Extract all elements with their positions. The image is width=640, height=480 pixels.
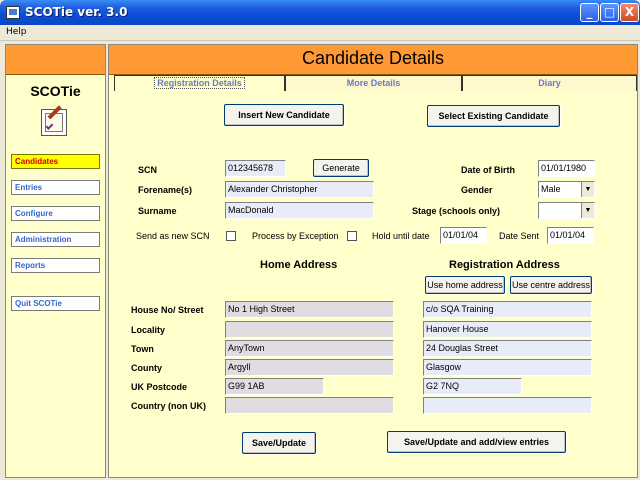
address-label-county: County — [131, 363, 162, 373]
gender-select[interactable]: Male ▼ — [538, 181, 595, 198]
forename-label: Forename(s) — [138, 185, 193, 195]
tab-diary[interactable]: Diary — [462, 75, 637, 91]
title-bar: SCOTie ver. 3.0 _ □ X — [0, 0, 640, 25]
address-label-street: House No/ Street — [131, 305, 204, 315]
address-label-country: Country (non UK) — [131, 401, 206, 411]
menu-bar: Help — [0, 25, 640, 41]
window-title: SCOTie ver. 3.0 — [25, 5, 128, 19]
stage-label: Stage (schools only) — [412, 206, 501, 216]
generate-button[interactable]: Generate — [313, 159, 369, 177]
home-county-field[interactable]: Argyll — [225, 359, 394, 376]
home-country-field[interactable] — [225, 397, 394, 414]
sidebar-title: SCOTie — [30, 83, 81, 99]
home-address-heading: Home Address — [260, 259, 338, 271]
forename-field[interactable]: Alexander Christopher — [225, 181, 374, 198]
sidebar-header — [6, 45, 105, 75]
main-header: Candidate Details — [109, 45, 637, 75]
scn-field[interactable]: 012345678 — [225, 160, 286, 177]
page-title: Candidate Details — [301, 48, 445, 68]
sidebar: SCOTie Candidates Entries Configure Admi… — [5, 44, 106, 478]
sidebar-item-configure[interactable]: Configure — [11, 206, 100, 221]
tab-label: Registration Details — [154, 77, 245, 89]
gender-value: Male — [541, 184, 561, 194]
reg-locality-field[interactable]: Hanover House — [423, 321, 592, 338]
reg-country-field[interactable] — [423, 397, 592, 414]
reg-postcode-field[interactable]: G2 7NQ — [423, 378, 522, 395]
save-update-entries-button[interactable]: Save/Update and add/view entries — [387, 431, 566, 453]
address-label-town: Town — [131, 344, 154, 354]
sidebar-item-entries[interactable]: Entries — [11, 180, 100, 195]
use-centre-address-button[interactable]: Use centre address — [510, 276, 592, 294]
use-home-address-button[interactable]: Use home address — [425, 276, 505, 294]
checklist-pen-icon — [41, 105, 67, 136]
send-new-scn-checkbox[interactable] — [226, 231, 236, 241]
surname-label: Surname — [138, 206, 177, 216]
menu-help[interactable]: Help — [6, 27, 27, 37]
chevron-down-icon[interactable]: ▼ — [581, 203, 594, 218]
reg-street-field[interactable]: c/o SQA Training — [423, 301, 592, 318]
address-label-locality: Locality — [131, 325, 166, 335]
home-town-field[interactable]: AnyTown — [225, 340, 394, 357]
reg-town-field[interactable]: 24 Douglas Street — [423, 340, 592, 357]
minimize-button[interactable]: _ — [580, 3, 599, 22]
dob-field[interactable]: 01/01/1980 — [538, 160, 595, 177]
registration-address-heading: Registration Address — [449, 259, 560, 271]
app-icon — [6, 6, 20, 19]
gender-label: Gender — [461, 185, 493, 195]
send-new-scn-label: Send as new SCN — [136, 231, 210, 241]
home-locality-field[interactable] — [225, 321, 394, 338]
hold-until-label: Hold until date — [372, 231, 430, 241]
tab-registration-details[interactable]: Registration Details — [114, 75, 285, 91]
sidebar-item-quit[interactable]: Quit SCOTie — [11, 296, 100, 311]
reg-county-field[interactable]: Glasgow — [423, 359, 592, 376]
insert-new-candidate-button[interactable]: Insert New Candidate — [224, 104, 344, 126]
tab-more-details[interactable]: More Details — [285, 75, 462, 91]
chevron-down-icon[interactable]: ▼ — [581, 182, 594, 197]
sidebar-item-reports[interactable]: Reports — [11, 258, 100, 273]
home-postcode-field[interactable]: G99 1AB — [225, 378, 324, 395]
process-exception-label: Process by Exception — [252, 231, 339, 241]
stage-select[interactable]: ▼ — [538, 202, 595, 219]
hold-until-field[interactable]: 01/01/04 — [440, 227, 487, 244]
maximize-button[interactable]: □ — [600, 3, 619, 22]
dob-label: Date of Birth — [461, 165, 515, 175]
main-panel: Candidate Details Registration Details M… — [108, 44, 638, 478]
save-update-button[interactable]: Save/Update — [242, 432, 316, 454]
process-exception-checkbox[interactable] — [347, 231, 357, 241]
home-street-field[interactable]: No 1 High Street — [225, 301, 394, 318]
date-sent-field[interactable]: 01/01/04 — [547, 227, 594, 244]
date-sent-label: Date Sent — [499, 231, 540, 241]
scn-label: SCN — [138, 165, 158, 175]
sidebar-item-candidates[interactable]: Candidates — [11, 154, 100, 169]
sidebar-item-administration[interactable]: Administration — [11, 232, 100, 247]
select-existing-candidate-button[interactable]: Select Existing Candidate — [427, 105, 560, 127]
surname-field[interactable]: MacDonald — [225, 202, 374, 219]
close-button[interactable]: X — [620, 3, 639, 22]
address-label-postcode: UK Postcode — [131, 382, 188, 392]
